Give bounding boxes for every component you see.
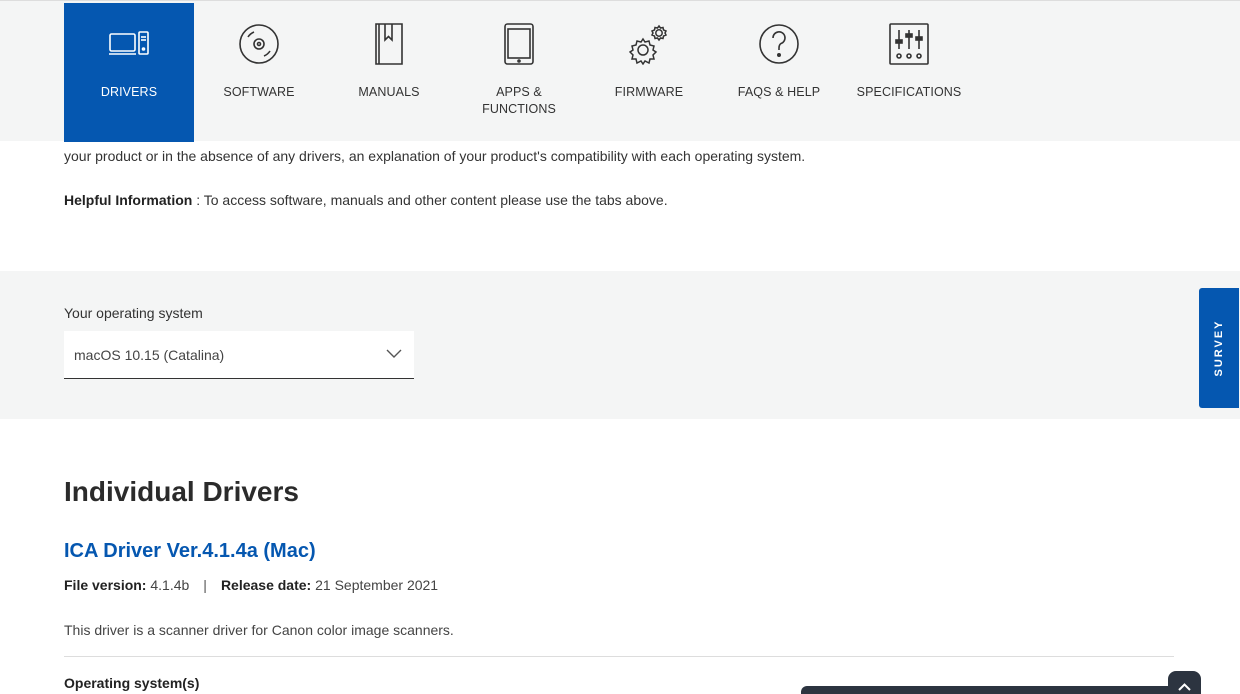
os-dropdown[interactable]: macOS 10.15 (Catalina) [64,331,414,379]
file-version-label: File version: [64,577,147,593]
intro-text: your product or in the absence of any dr… [64,148,806,164]
meta-separator: | [203,577,207,593]
os-selected-value: macOS 10.15 (Catalina) [74,347,225,363]
operating-systems-heading: Operating system(s) [64,675,200,691]
tab-label: SOFTWARE [223,85,295,99]
os-label: Your operating system [64,305,203,321]
sliders-icon [889,23,929,65]
survey-button[interactable]: SURVEY [1199,288,1239,408]
book-icon [369,23,409,65]
divider [64,656,1174,657]
helpful-text: : To access software, manuals and other … [192,192,668,208]
section-title: Individual Drivers [64,476,299,507]
tab-faqs-help[interactable]: FAQS & HELP [714,3,844,142]
helpful-label: Helpful Information [64,192,193,208]
chat-toggle-button[interactable] [1168,671,1201,694]
driver-meta: File version: 4.1.4b | Release date: 21 Se… [64,577,438,593]
computer-icon [109,23,149,65]
helpful-information: Helpful Information : To access software… [64,190,668,210]
driver-description: This driver is a scanner driver for Cano… [64,622,454,638]
release-date-label: Release date: [220,577,312,593]
tab-software[interactable]: SOFTWARE [194,3,324,142]
chevron-up-icon [1178,683,1191,691]
question-icon [759,23,799,65]
disc-icon [239,23,279,65]
file-version: 4.1.4b [146,577,190,593]
product-tab-bar: DRIVERS SOFTWARE MANUALS APPS & FUNCTION… [0,0,1240,142]
release-date: 21 September 2021 [311,577,439,593]
tab-label: SPECIFICATIONS [856,85,962,99]
chat-widget-bar[interactable] [801,686,1181,694]
tab-apps-functions[interactable]: APPS & FUNCTIONS [454,3,584,142]
driver-title-link[interactable]: ICA Driver Ver.4.1.4a (Mac) [64,540,316,563]
tab-label: APPS & FUNCTIONS [482,85,556,116]
tablet-icon [499,23,539,65]
tab-label: MANUALS [358,85,420,99]
os-selector-section: Your operating system macOS 10.15 (Catal… [0,271,1240,419]
tab-label: FAQS & HELP [737,85,821,99]
chevron-down-icon [386,349,402,358]
gears-icon [628,23,669,66]
survey-label: SURVEY [1213,319,1225,377]
tab-firmware[interactable]: FIRMWARE [584,3,714,142]
tab-manuals[interactable]: MANUALS [324,3,454,142]
tab-label: DRIVERS [100,85,158,99]
tab-drivers[interactable]: DRIVERS [64,3,194,142]
tab-specifications[interactable]: SPECIFICATIONS [844,3,974,142]
tab-label: FIRMWARE [614,85,684,99]
